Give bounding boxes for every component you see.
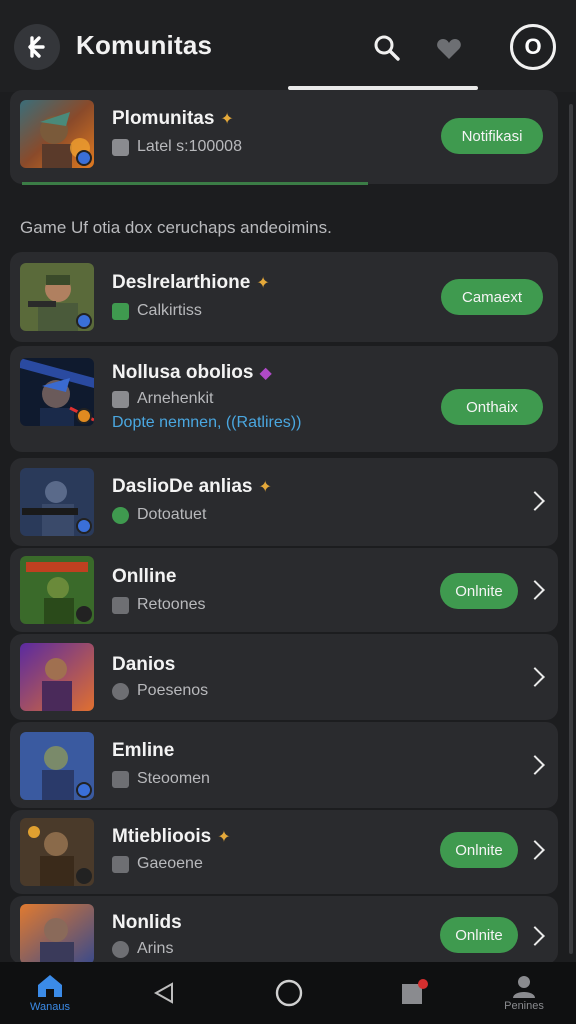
star-icon: ✦ [217,829,231,846]
list-item[interactable]: Onlline Retoones Onlnite [10,548,558,632]
nav-recents[interactable] [394,962,434,1024]
mail-icon [112,390,129,408]
featured-card[interactable]: Plomunitas ✦ Latel s:100008 Notifikasi [10,90,558,184]
list-item[interactable]: Mtieblioois ✦ Gaeoene Onlnite [10,810,558,894]
status-badge [76,408,92,424]
progress-bar [22,182,368,185]
chevron-right-icon[interactable] [525,580,545,600]
community-status: Poesenos [112,682,208,700]
list-item[interactable]: Emline Steoomen [10,722,558,808]
community-thumbnail [20,643,94,711]
community-status: Arins [112,940,173,958]
list-item[interactable]: Nollusa obolios ◆ Arnehenkit Dopte nemnen… [10,346,558,452]
community-thumbnail [20,468,94,536]
community-thumbnail [20,263,94,331]
chevron-right-icon[interactable] [525,755,545,775]
status-badge [76,868,92,884]
nav-back[interactable] [146,962,182,1024]
users-icon [112,940,129,958]
community-name: Plomunitas ✦ [112,108,234,129]
notify-button[interactable]: Notifikasi [441,118,543,154]
community-thumbnail [20,904,94,964]
community-name: Mtieblioois ✦ [112,826,231,847]
profile-button[interactable]: O [510,24,556,70]
list-item[interactable]: DaslioDe anlias ✦ Dotoatuet [10,458,558,546]
community-status: Latel s:100008 [112,138,242,156]
star-icon: ✦ [256,275,270,292]
community-name: DaslioDe anlias ✦ [112,476,272,497]
community-name: Danios [112,654,176,675]
community-name: Emline [112,740,175,761]
section-description: Game Uf otia dox ceruchaps andeoimins. [20,218,332,237]
verified-badge [76,782,92,798]
nav-profile[interactable]: Penines [500,962,548,1024]
nav-home-label: Wanaus [30,1001,70,1013]
nav-profile-label: Penines [504,1000,544,1012]
community-status: Retoones [112,596,206,614]
profile-label: O [524,34,542,59]
triangle-back-icon [153,982,173,1004]
gift-icon [112,596,129,614]
community-thumbnail [20,818,94,886]
community-name: Deslrelarthione ✦ [112,272,270,293]
back-icon [28,36,45,58]
action-button[interactable]: Onthaix [441,389,543,425]
check-icon [112,302,129,320]
chevron-right-icon[interactable] [525,667,545,687]
community-name: Onlline [112,566,177,587]
nav-home[interactable]: Wanaus [24,962,76,1024]
online-button[interactable]: Onlnite [440,573,518,609]
shield-icon [112,682,129,700]
list-item[interactable]: Deslrelarthione ✦ Calkirtiss Camaext [10,252,558,342]
chevron-right-icon[interactable] [525,491,545,511]
community-extra: Dopte nemnen, ((Ratlires)) [112,414,302,431]
online-button[interactable]: Onlnite [440,832,518,868]
bottom-navigation: Wanaus Penines [0,962,576,1024]
circle-home-icon [275,979,303,1007]
community-thumbnail [20,556,94,624]
community-status: Steoomen [112,770,210,788]
online-button[interactable]: Onlnite [440,917,518,953]
back-button[interactable] [14,24,60,70]
chevron-right-icon[interactable] [525,926,545,946]
search-icon[interactable] [372,33,402,63]
nav-home-circle[interactable] [272,962,306,1024]
square-recents-icon [402,979,428,1004]
star-icon: ✦ [258,479,272,496]
verified-badge [76,518,92,534]
list-item[interactable]: Danios Poesenos [10,634,558,720]
app-root: Komunitas O Plomunitas ✦ Latel s:100008 N… [0,0,576,1024]
status-badge [76,606,92,622]
community-status: Gaeoene [112,855,203,873]
scrollbar[interactable] [569,104,573,954]
community-thumbnail [20,732,94,800]
top-bar: Komunitas O [0,0,576,92]
community-thumbnail [20,358,94,426]
gem-icon: ◆ [259,365,272,382]
community-name: Nollusa obolios ◆ [112,362,272,383]
community-status: Arnehenkit [112,390,214,408]
list-item[interactable]: Nonlids Arins Onlnite [10,896,558,964]
star-icon: ✦ [220,111,234,128]
verified-badge [76,150,92,166]
verified-badge [76,313,92,329]
community-status: Calkirtiss [112,302,202,320]
person-icon [513,976,535,998]
community-name: Nonlids [112,912,182,933]
featured-thumbnail [20,100,94,168]
community-status: Dotoatuet [112,506,206,524]
home-icon [38,975,62,997]
gamepad-icon [112,855,129,873]
check-circle-icon [112,506,129,524]
page-title: Komunitas [76,30,213,60]
mail-icon [112,770,129,788]
action-button[interactable]: Camaext [441,279,543,315]
chevron-right-icon[interactable] [525,840,545,860]
message-icon [112,138,129,156]
heart-icon[interactable] [434,34,464,64]
